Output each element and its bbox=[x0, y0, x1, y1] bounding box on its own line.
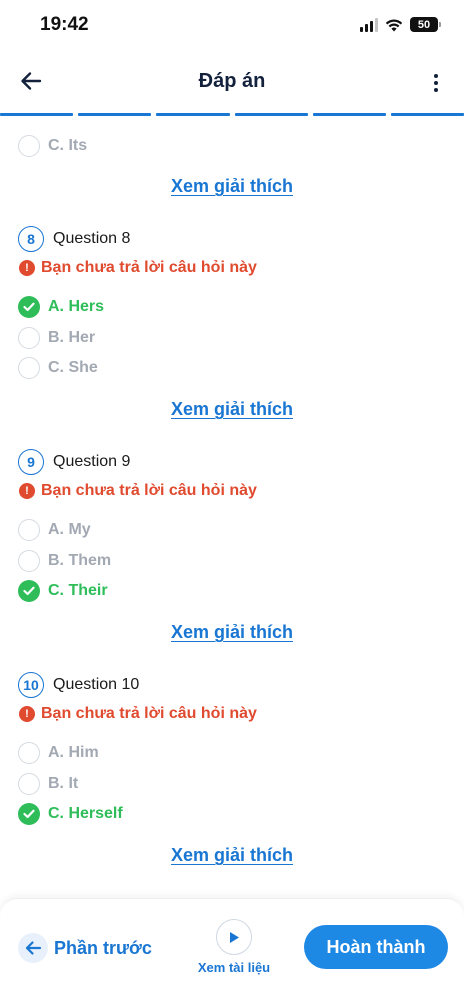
progress-segment[interactable] bbox=[156, 113, 230, 116]
question-progress bbox=[0, 113, 464, 117]
question-title: Question 9 bbox=[53, 453, 131, 470]
option-label: B. It bbox=[48, 775, 79, 792]
unanswered-warning: ! Bạn chưa trả lời câu hỏi này bbox=[19, 259, 257, 277]
progress-segment[interactable] bbox=[390, 113, 464, 116]
answer-option: B. It bbox=[18, 772, 78, 796]
view-document-label: Xem tài liệu bbox=[197, 960, 271, 975]
unanswered-warning: ! Bạn chưa trả lời câu hỏi này bbox=[19, 705, 257, 723]
radio-empty-icon bbox=[18, 550, 40, 572]
answer-option: A. Him bbox=[18, 741, 99, 765]
more-options-button[interactable] bbox=[426, 68, 446, 98]
radio-empty-icon bbox=[18, 519, 40, 541]
alert-icon: ! bbox=[19, 706, 35, 722]
previous-section-label: Phần trước bbox=[54, 937, 152, 958]
view-explanation-link[interactable]: Xem giải thích bbox=[0, 622, 464, 643]
option-label: A. Hers bbox=[48, 298, 105, 315]
question-header: 10 Question 10 bbox=[18, 672, 139, 698]
answer-option: B. Them bbox=[18, 549, 111, 573]
warning-text: Bạn chưa trả lời câu hỏi này bbox=[41, 259, 257, 276]
bottom-action-bar: Phần trước Xem tài liệu Hoàn thành bbox=[0, 898, 464, 994]
radio-empty-icon bbox=[18, 327, 40, 349]
answer-option-correct: C. Their bbox=[18, 579, 108, 603]
radio-empty-icon bbox=[18, 773, 40, 795]
progress-segment[interactable] bbox=[0, 113, 74, 116]
option-label: C. She bbox=[48, 359, 98, 376]
question-title: Question 10 bbox=[53, 676, 140, 693]
answer-option: B. Her bbox=[18, 326, 95, 350]
radio-empty-icon bbox=[18, 135, 40, 157]
check-circle-icon bbox=[18, 580, 40, 602]
progress-segment[interactable] bbox=[234, 113, 308, 116]
status-time: 19:42 bbox=[40, 14, 89, 35]
answer-option: C. She bbox=[18, 356, 98, 380]
wifi-icon bbox=[385, 19, 403, 31]
check-circle-icon bbox=[18, 296, 40, 318]
unanswered-warning: ! Bạn chưa trả lời câu hỏi này bbox=[19, 482, 257, 500]
more-dot-icon bbox=[434, 81, 438, 85]
finish-button[interactable]: Hoàn thành bbox=[304, 925, 448, 969]
option-label: B. Them bbox=[48, 552, 112, 569]
progress-segment[interactable] bbox=[78, 113, 152, 116]
alert-icon: ! bbox=[19, 260, 35, 276]
answer-option: A. My bbox=[18, 518, 91, 542]
answer-option-correct: C. Herself bbox=[18, 802, 123, 826]
more-dot-icon bbox=[434, 74, 438, 78]
option-label: C. Their bbox=[48, 582, 108, 599]
previous-section-button[interactable]: Phần trước bbox=[18, 933, 152, 963]
option-label: A. My bbox=[48, 521, 91, 538]
arrow-left-icon bbox=[18, 933, 48, 963]
view-explanation-link[interactable]: Xem giải thích bbox=[0, 399, 464, 420]
answer-option-correct: A. Hers bbox=[18, 295, 104, 319]
alert-icon: ! bbox=[19, 483, 35, 499]
answer-option: C. Its bbox=[18, 134, 87, 158]
battery-icon: 50 bbox=[410, 17, 441, 32]
question-title: Question 8 bbox=[53, 230, 131, 247]
question-number-badge: 9 bbox=[18, 449, 44, 475]
status-bar: 19:42 50 bbox=[0, 0, 464, 52]
option-label: C. Herself bbox=[48, 805, 123, 822]
view-explanation-link[interactable]: Xem giải thích bbox=[0, 845, 464, 866]
warning-text: Bạn chưa trả lời câu hỏi này bbox=[41, 705, 257, 722]
option-label: A. Him bbox=[48, 744, 99, 761]
cellular-signal-icon bbox=[360, 17, 378, 32]
question-number-badge: 10 bbox=[18, 672, 44, 698]
question-header: 8 Question 8 bbox=[18, 226, 130, 252]
status-icons: 50 bbox=[360, 17, 441, 32]
question-number-badge: 8 bbox=[18, 226, 44, 252]
page-title: Đáp án bbox=[198, 70, 266, 92]
option-label: B. Her bbox=[48, 329, 96, 346]
app-header: Đáp án bbox=[0, 56, 464, 108]
progress-segment[interactable] bbox=[312, 113, 386, 116]
more-dot-icon bbox=[434, 88, 438, 92]
view-document-button[interactable]: Xem tài liệu bbox=[196, 919, 272, 975]
warning-text: Bạn chưa trả lời câu hỏi này bbox=[41, 482, 257, 499]
view-explanation-link[interactable]: Xem giải thích bbox=[0, 176, 464, 197]
radio-empty-icon bbox=[18, 742, 40, 764]
option-label: C. Its bbox=[48, 137, 88, 154]
check-circle-icon bbox=[18, 803, 40, 825]
radio-empty-icon bbox=[18, 357, 40, 379]
play-icon bbox=[216, 919, 252, 955]
question-header: 9 Question 9 bbox=[18, 449, 130, 475]
